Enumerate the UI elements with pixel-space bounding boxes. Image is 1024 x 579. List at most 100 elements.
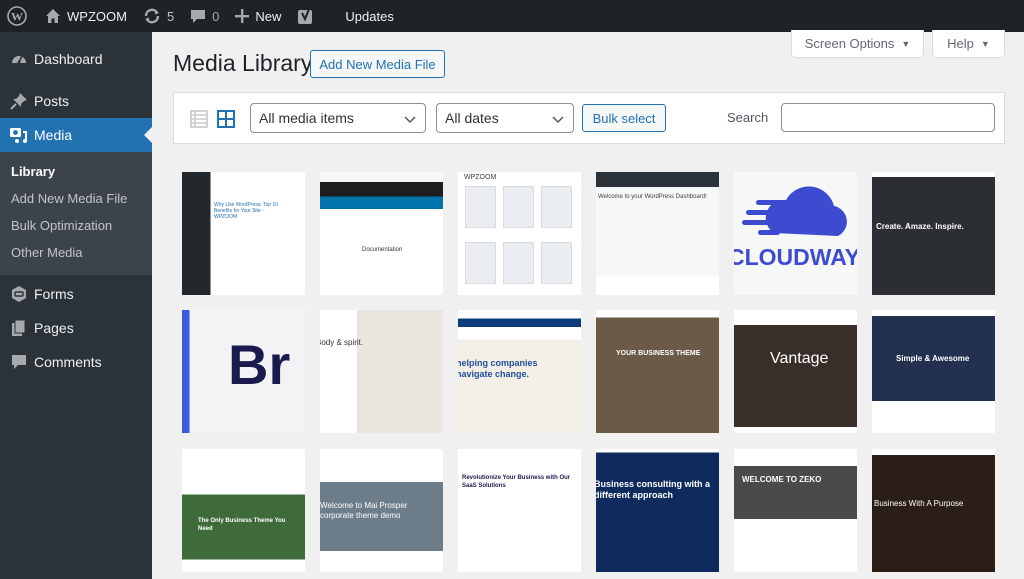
svg-text:W: W — [11, 10, 23, 24]
sidebar-item-label: Posts — [34, 93, 70, 109]
media-thumbnail-text: helping companies navigate change. — [458, 358, 538, 380]
sidebar-item-label: Comments — [34, 354, 102, 370]
caret-down-icon: ▼ — [901, 38, 911, 49]
media-thumbnail — [320, 310, 443, 433]
sidebar-item-pages[interactable]: Pages — [0, 311, 152, 345]
media-item[interactable]: CLOUDWAYS by DigitalOcean — [734, 172, 857, 295]
wordpress-logo-menu[interactable]: W — [0, 0, 37, 32]
media-thumbnail-text: WPZOOM — [464, 174, 497, 181]
submenu-library[interactable]: Library — [0, 159, 152, 186]
sidebar-item-label: Forms — [34, 286, 74, 302]
help-label: Help — [947, 36, 974, 51]
updates-label: Updates — [345, 8, 394, 24]
media-thumbnail-text: Welcome to Mai Prosper corporate theme d… — [320, 501, 408, 520]
media-item[interactable]: WPZOOM — [458, 172, 581, 295]
media-thumbnail-text: Business consulting with a different app… — [596, 479, 711, 501]
media-thumbnail-text: Why Use WordPress: Top 10 Benefits for Y… — [214, 202, 279, 220]
media-item[interactable]: Business With A Purpose — [872, 449, 995, 572]
media-thumbnail-text: Welcome to your WordPress Dashboard! — [598, 194, 707, 200]
media-thumbnail-text: Br — [228, 333, 291, 396]
media-item[interactable]: Br — [182, 310, 305, 433]
media-thumbnail — [596, 172, 719, 295]
add-new-media-button[interactable]: Add New Media File — [310, 50, 445, 78]
grid-view-icon[interactable] — [216, 109, 236, 129]
media-thumbnail — [596, 310, 719, 433]
media-submenu: Library Add New Media File Bulk Optimiza… — [0, 152, 152, 275]
media-item[interactable]: Welcome to your WordPress Dashboard! — [596, 172, 719, 295]
media-item[interactable]: Why Use WordPress: Top 10 Benefits for Y… — [182, 172, 305, 295]
media-thumbnail — [182, 449, 305, 572]
media-toolbar: All media items All dates Bulk select Se… — [173, 92, 1005, 144]
media-item[interactable]: Body & spirit. — [320, 310, 443, 433]
help-button[interactable]: Help ▼ — [932, 30, 1005, 58]
search-input[interactable] — [781, 103, 995, 132]
updates-menu[interactable]: 5 — [135, 0, 182, 32]
media-item[interactable]: Vantage — [734, 310, 857, 433]
caret-down-icon: ▼ — [980, 38, 990, 49]
media-thumbnail — [734, 310, 857, 433]
updates-count: 5 — [166, 8, 175, 24]
comments-menu[interactable]: 0 — [182, 0, 227, 32]
media-thumbnail — [320, 172, 443, 295]
media-thumbnail — [458, 449, 581, 572]
media-thumbnail — [872, 172, 995, 295]
new-content-menu[interactable]: New — [227, 0, 289, 32]
media-thumbnail-text: Create. Amaze. Inspire. — [876, 222, 964, 231]
sidebar-item-dashboard[interactable]: Dashboard — [0, 42, 152, 76]
media-thumbnail-text: Vantage — [770, 350, 829, 367]
media-type-filter[interactable]: All media items — [250, 103, 426, 133]
pin-icon — [9, 91, 29, 111]
submenu-add-new-media-file[interactable]: Add New Media File — [0, 186, 152, 213]
media-item[interactable]: Welcome to Mai Prosper corporate theme d… — [320, 449, 443, 572]
page-title: Media Library — [173, 50, 313, 76]
wordpress-logo-icon: W — [7, 6, 27, 26]
forms-icon — [9, 284, 29, 304]
admin-sidebar: Dashboard Posts Media Library Add New Me… — [0, 32, 152, 579]
media-item[interactable]: YOUR BUSINESS THEME — [596, 310, 719, 433]
screen-options-button[interactable]: Screen Options ▼ — [791, 30, 924, 58]
yoast-icon — [297, 7, 315, 25]
sidebar-item-label: Dashboard — [34, 51, 103, 67]
media-item[interactable]: helping companies navigate change. — [458, 310, 581, 433]
date-filter[interactable]: All dates — [436, 103, 574, 133]
submenu-bulk-optimization[interactable]: Bulk Optimization — [0, 213, 152, 240]
media-item[interactable]: Simple & Awesome — [872, 310, 995, 433]
media-thumbnail-text: Documentation — [362, 247, 403, 253]
sidebar-item-comments[interactable]: Comments — [0, 345, 152, 379]
yoast-menu[interactable] — [289, 0, 329, 32]
bulk-select-button[interactable]: Bulk select — [582, 104, 666, 132]
comments-icon — [9, 352, 29, 372]
cloud-logo-icon — [742, 186, 847, 236]
theme-preview-card — [465, 242, 496, 284]
media-item[interactable]: The Only Business Theme You Need — [182, 449, 305, 572]
media-thumbnail — [182, 172, 305, 295]
comments-count: 0 — [212, 8, 220, 24]
sidebar-item-posts[interactable]: Posts — [0, 84, 152, 118]
media-thumbnail — [596, 449, 719, 572]
updates-link[interactable]: Updates — [329, 0, 401, 32]
media-item[interactable]: WELCOME TO ZEKO — [734, 449, 857, 572]
media-item[interactable]: Revolutionize Your Business with Our Saa… — [458, 449, 581, 572]
theme-preview-card — [465, 186, 496, 228]
screen-options-label: Screen Options — [804, 36, 895, 51]
submenu-other-media[interactable]: Other Media — [0, 240, 152, 267]
media-item[interactable]: Documentation — [320, 172, 443, 295]
comment-bubble-icon — [190, 8, 206, 24]
media-thumbnail-text: CLOUDWAYS by DigitalOcean — [734, 244, 857, 270]
plus-icon — [235, 9, 250, 23]
media-item[interactable]: Create. Amaze. Inspire. — [872, 172, 995, 295]
list-view-icon[interactable] — [189, 109, 209, 129]
search-label: Search — [727, 110, 769, 125]
theme-preview-card — [503, 242, 534, 284]
updates-icon — [143, 8, 161, 24]
sidebar-item-media[interactable]: Media — [0, 118, 152, 152]
sidebar-item-forms[interactable]: Forms — [0, 277, 152, 311]
media-thumbnail-text: WELCOME TO ZEKO — [742, 475, 822, 484]
media-item[interactable]: Business consulting with a different app… — [596, 449, 719, 572]
new-label: New — [255, 8, 282, 24]
pages-icon — [9, 318, 29, 338]
media-thumbnail — [872, 310, 995, 433]
site-name-menu[interactable]: WPZOOM — [37, 0, 135, 32]
media-thumbnail-text: Body & spirit. — [320, 338, 364, 347]
media-type-value: All media items — [259, 110, 354, 126]
